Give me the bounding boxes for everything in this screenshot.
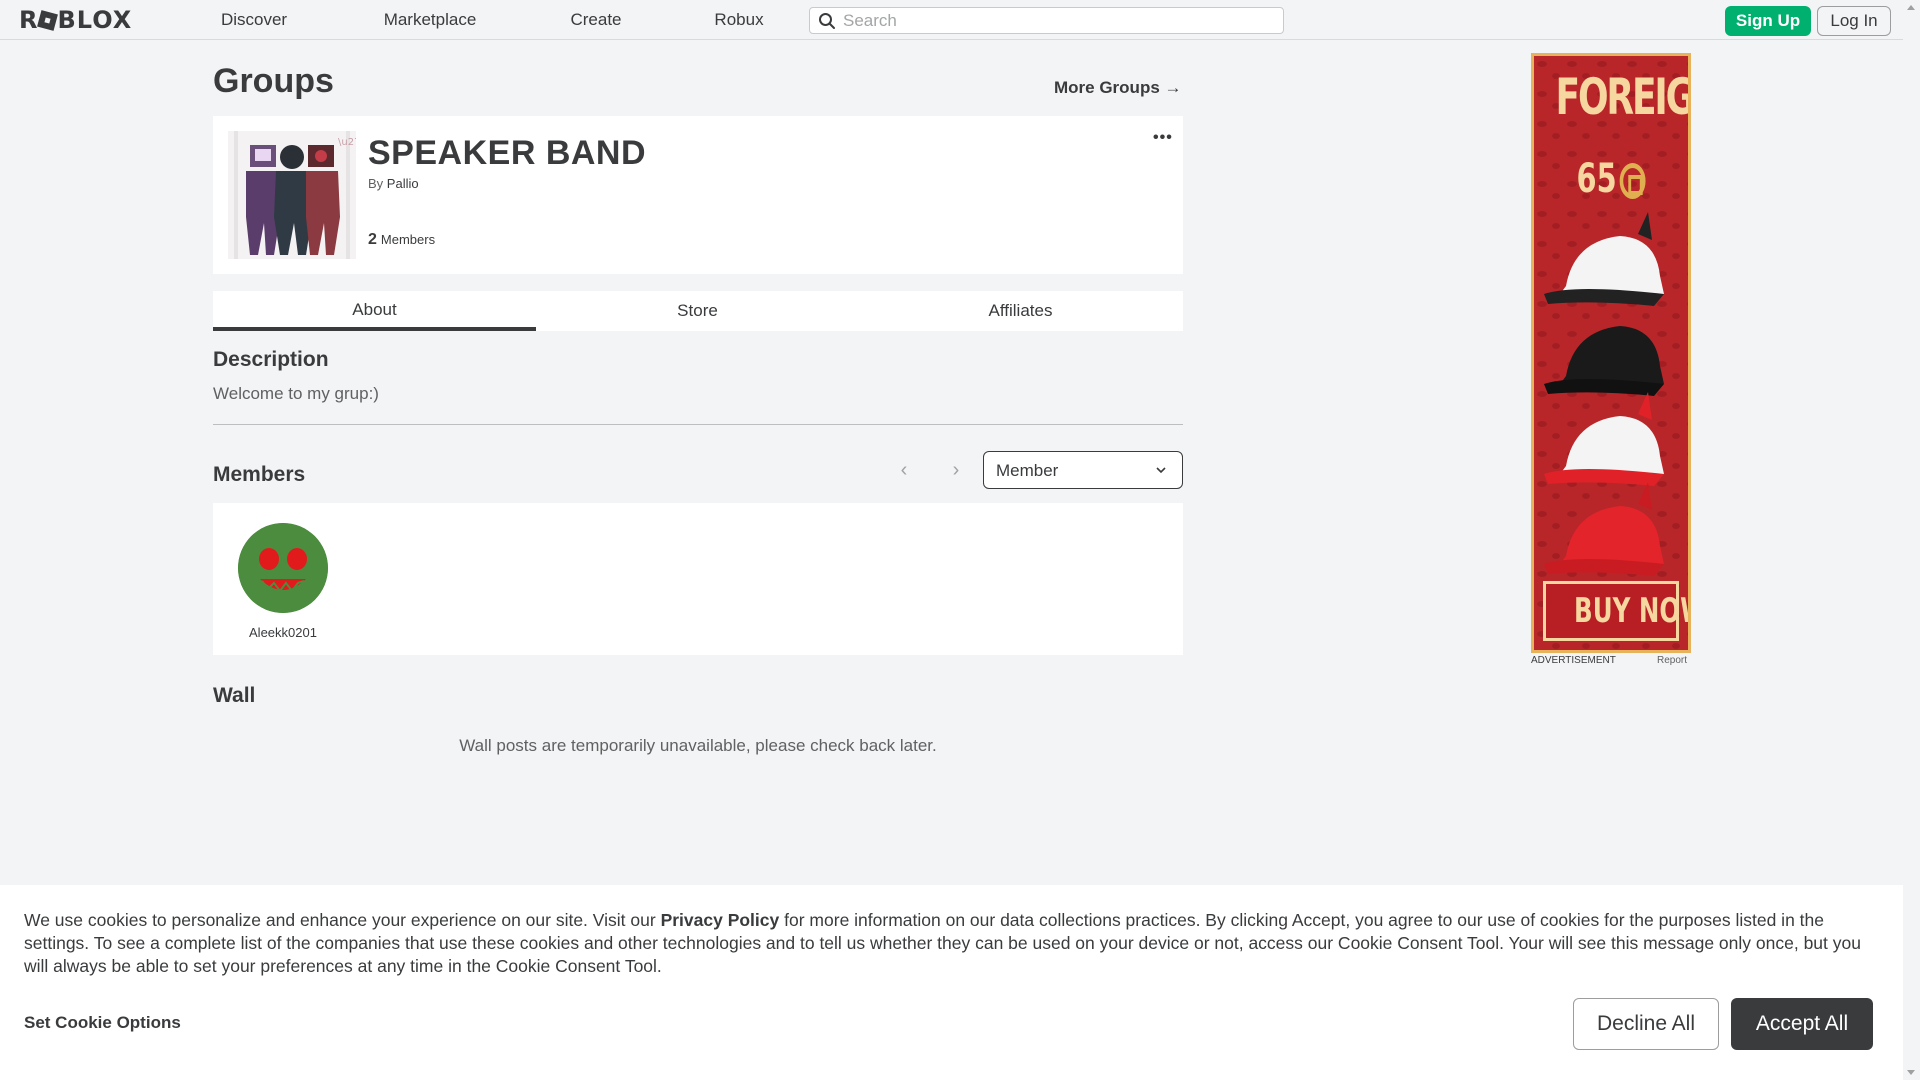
member-username[interactable]: Aleekk0201 bbox=[228, 625, 338, 640]
svg-text:\u2740: \u2740 bbox=[338, 137, 356, 148]
page-title: Groups bbox=[213, 62, 334, 100]
member-count-label: Members bbox=[380, 232, 436, 247]
members-heading: Members bbox=[213, 463, 306, 486]
ad-report-link[interactable]: Report bbox=[1657, 655, 1687, 666]
group-member-count: 2 Members bbox=[368, 231, 435, 249]
tab-affiliates[interactable]: Affiliates bbox=[859, 291, 1182, 331]
tab-store[interactable]: Store bbox=[536, 291, 859, 331]
accept-all-button[interactable]: Accept All bbox=[1731, 998, 1873, 1050]
ad-artwork bbox=[1534, 56, 1688, 650]
ad-buy-now-button[interactable]: BUY NOW! bbox=[1543, 581, 1688, 641]
ad-price-value: 65 bbox=[1576, 156, 1617, 202]
nav-link-create[interactable]: Create bbox=[556, 0, 636, 40]
avatar[interactable] bbox=[238, 523, 328, 613]
role-filter-dropdown[interactable]: Member bbox=[983, 451, 1183, 489]
group-tabs: About Store Affiliates bbox=[213, 291, 1183, 331]
ad-title: FOREIGN bbox=[1555, 68, 1688, 126]
chevron-left-icon[interactable]: ‹ bbox=[894, 460, 914, 480]
advertisement-label: ADVERTISEMENT bbox=[1531, 655, 1616, 666]
cookie-text-intro: We use cookies to personalize and enhanc… bbox=[24, 910, 656, 930]
description-text: Welcome to my grup:) bbox=[213, 384, 379, 403]
chevron-down-icon bbox=[1156, 467, 1166, 474]
scroll-up-icon[interactable] bbox=[1907, 5, 1915, 10]
group-owner-link[interactable]: Pallio bbox=[387, 176, 419, 191]
scroll-down-icon[interactable] bbox=[1907, 1070, 1915, 1075]
log-in-button[interactable]: Log In bbox=[1817, 6, 1891, 36]
nav-link-marketplace[interactable]: Marketplace bbox=[370, 0, 490, 40]
group-more-options-icon[interactable]: ••• bbox=[1153, 130, 1173, 146]
search-box bbox=[809, 7, 1284, 34]
group-owner-prefix: By bbox=[368, 176, 384, 191]
top-navigation-bar: R BLOX Discover Marketplace Create Robux … bbox=[0, 0, 1903, 40]
nav-link-robux[interactable]: Robux bbox=[702, 0, 776, 40]
cookie-consent-banner: We use cookies to personalize and enhanc… bbox=[0, 885, 1903, 1080]
privacy-policy-link[interactable]: Privacy Policy bbox=[661, 910, 780, 930]
set-cookie-options-link[interactable]: Set Cookie Options bbox=[24, 1013, 181, 1033]
ad-buy-now-label: BUY NOW! bbox=[1574, 591, 1688, 631]
tab-about[interactable]: About bbox=[213, 291, 536, 331]
advertisement-banner[interactable]: FOREIGN 65 BUY NOW! bbox=[1531, 53, 1691, 653]
avatar-face bbox=[238, 523, 328, 613]
description-heading: Description bbox=[213, 348, 329, 371]
wall-heading: Wall bbox=[213, 684, 256, 707]
group-header-card: \u2740 SPEAKER BAND By Pallio 2Members •… bbox=[213, 116, 1183, 274]
section-divider bbox=[213, 424, 1183, 425]
group-emblem-image: \u2740 bbox=[228, 131, 373, 259]
role-filter-value: Member bbox=[996, 461, 1059, 480]
search-input[interactable] bbox=[843, 10, 1273, 31]
ad-price: 65 bbox=[1556, 156, 1667, 202]
group-emblem-figures: \u2740 bbox=[228, 131, 373, 259]
robux-icon bbox=[1619, 163, 1646, 199]
sign-up-button[interactable]: Sign Up bbox=[1725, 6, 1811, 36]
group-name: SPEAKER BAND bbox=[368, 134, 647, 172]
roblox-logo[interactable]: R BLOX bbox=[19, 6, 132, 34]
member-card[interactable]: Aleekk0201 bbox=[228, 518, 338, 640]
decline-all-button[interactable]: Decline All bbox=[1573, 998, 1719, 1050]
vertical-scrollbar[interactable] bbox=[1903, 0, 1920, 1080]
more-groups-link[interactable]: More Groups → bbox=[1054, 78, 1182, 98]
chevron-right-icon[interactable]: › bbox=[946, 460, 966, 480]
members-list: Aleekk0201 bbox=[213, 503, 1183, 655]
wall-unavailable-message: Wall posts are temporarily unavailable, … bbox=[459, 736, 937, 755]
cookie-message: We use cookies to personalize and enhanc… bbox=[24, 909, 1884, 978]
group-owner-line: By Pallio bbox=[368, 176, 419, 191]
nav-link-discover[interactable]: Discover bbox=[204, 0, 304, 40]
member-count-value: 2 bbox=[368, 231, 377, 248]
search-icon bbox=[819, 13, 835, 29]
